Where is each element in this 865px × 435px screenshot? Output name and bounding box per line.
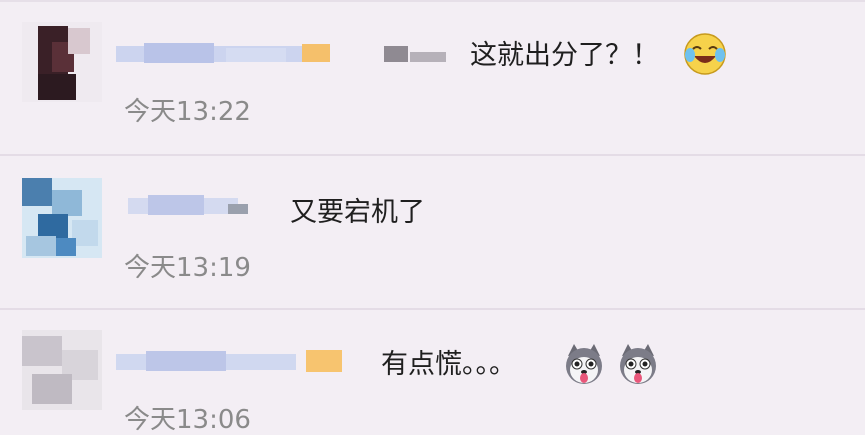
username-blurred[interactable] [116, 40, 336, 66]
husky-dog-emoji-icon [620, 344, 656, 384]
comment-text: 又要宕机了 [290, 197, 425, 228]
username-blurred[interactable] [128, 192, 258, 218]
comment-item: 有点慌。。。 今天13:06 [0, 310, 865, 434]
comment-item: 这就出分了？！ 今天13:22 [0, 0, 865, 156]
avatar[interactable] [22, 22, 102, 102]
username-suffix-blurred [380, 42, 450, 68]
husky-dog-emoji-icon [566, 344, 602, 384]
comment-time: 今天13:22 [124, 97, 251, 127]
comment-time: 今天13:19 [124, 253, 251, 283]
laughing-crying-emoji-icon [684, 33, 726, 75]
comment-text: 有点慌。。。 [381, 349, 516, 380]
comment-text: 这就出分了？！ [470, 40, 659, 71]
avatar[interactable] [22, 178, 102, 258]
username-blurred[interactable] [116, 348, 356, 374]
comment-time: 今天13:06 [124, 405, 251, 435]
avatar[interactable] [22, 330, 102, 410]
comment-item: 又要宕机了 今天13:19 [0, 156, 865, 310]
